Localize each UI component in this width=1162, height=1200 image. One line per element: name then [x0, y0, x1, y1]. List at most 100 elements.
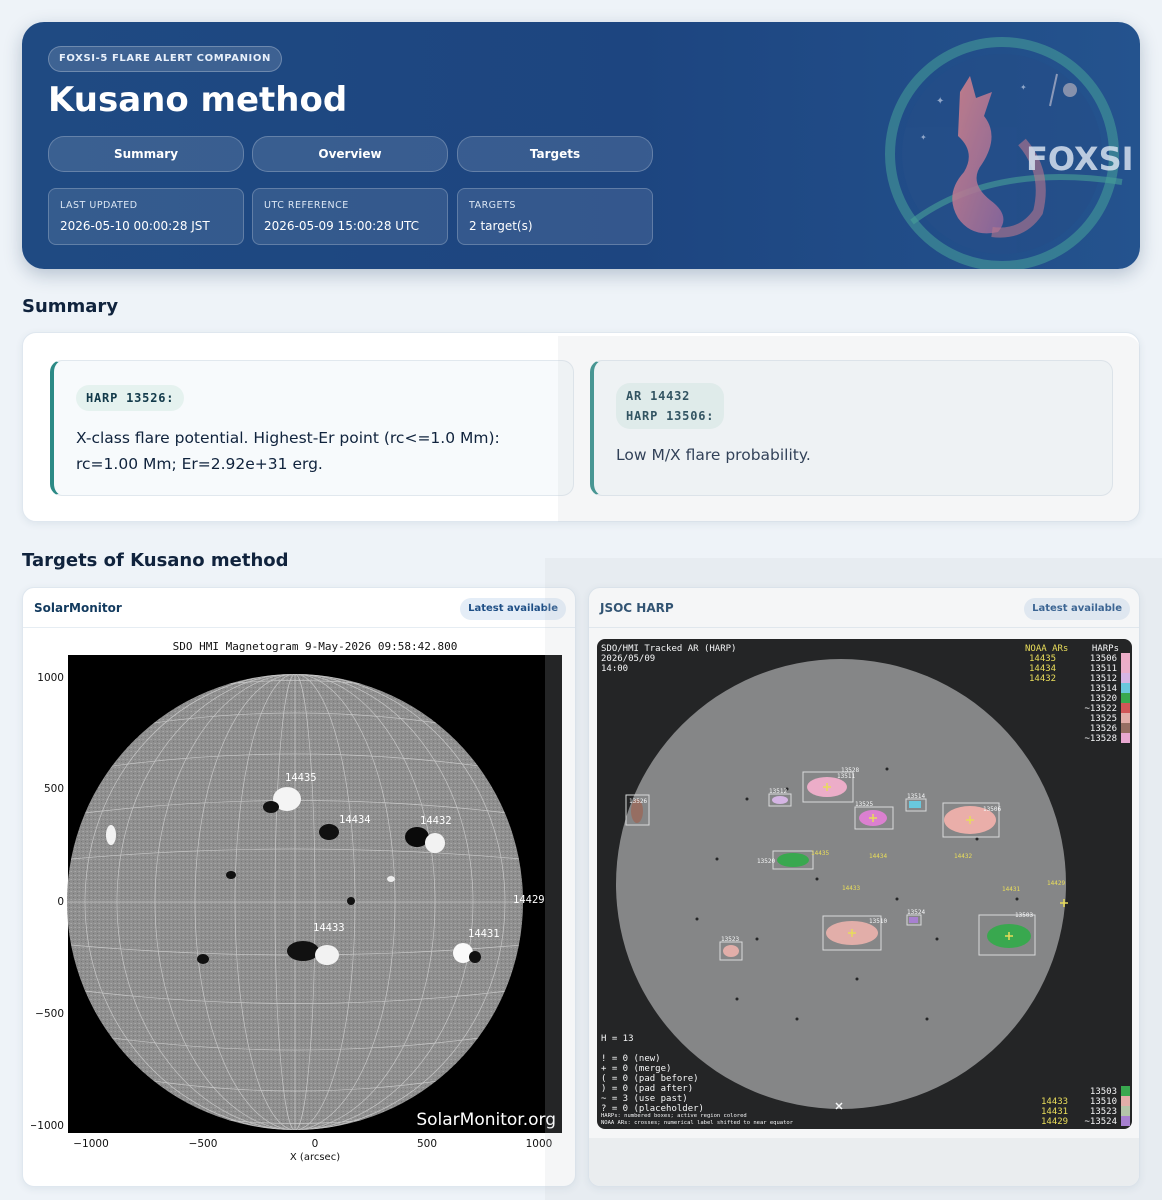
- legend-item: 13525: [1090, 714, 1117, 724]
- ar-label: 14431: [468, 928, 500, 940]
- noaa-label: 14434: [869, 853, 887, 860]
- harp-color-swatch: [1121, 1096, 1130, 1106]
- harps-list-bottom: 13503 13510 13523 ~13524: [1084, 1087, 1117, 1127]
- summary-text: Low M/X flare probability.: [616, 446, 811, 464]
- svg-text:✦: ✦: [936, 96, 944, 107]
- legend-header: NOAA ARs: [1025, 644, 1068, 654]
- region-label: 13520: [757, 858, 775, 865]
- nav-overview-button[interactable]: Overview: [252, 136, 448, 172]
- legend-item: 13512: [1090, 674, 1117, 684]
- harp-color-swatch: [1121, 693, 1130, 703]
- summary-card-ar-14432: AR 14432 HARP 13506: Low M/X flare proba…: [590, 360, 1113, 496]
- region-label: 13524: [907, 909, 925, 916]
- region-label: 13511: [837, 773, 855, 780]
- footnote-line: HARPs: numbered boxes; active region col…: [601, 1113, 747, 1119]
- region-label: 13506: [983, 806, 1001, 813]
- region-label: 13503: [1015, 912, 1033, 919]
- harp-color-swatch: [1121, 733, 1130, 743]
- app-eyebrow-badge: FOXSI-5 FLARE ALERT COMPANION: [48, 46, 282, 72]
- tick-label: −500: [189, 1138, 218, 1150]
- meta-label: LAST UPDATED: [60, 200, 138, 211]
- tick-label: −1000: [73, 1138, 109, 1150]
- noaa-label: 14433: [842, 885, 860, 892]
- summary-card-harp-13526: HARP 13526: X-class flare potential. Hig…: [50, 360, 574, 496]
- legend-item: 13506: [1090, 654, 1117, 664]
- solarmonitor-watermark: SolarMonitor.org: [416, 1110, 556, 1130]
- latest-available-badge: Latest available: [460, 598, 566, 620]
- ar-label: 14434: [339, 814, 371, 826]
- stat-line: ( = 0 (pad before): [601, 1074, 699, 1084]
- legend-item: 13520: [1090, 694, 1117, 704]
- nav-summary-button[interactable]: Summary: [48, 136, 244, 172]
- tick-label: 1000: [526, 1138, 553, 1150]
- target-id-badge: HARP 13526:: [76, 385, 185, 411]
- x-axis-label: X (arcsec): [290, 1152, 340, 1163]
- harp-solar-disk: [616, 659, 1066, 1109]
- meta-targets: TARGETS 2 target(s): [457, 188, 653, 245]
- harp-title-line: 14:00: [601, 664, 628, 674]
- meta-value: 2026-05-09 15:00:28 UTC: [264, 219, 420, 233]
- stat-line: + = 0 (merge): [601, 1064, 671, 1074]
- region-label: 13510: [869, 918, 887, 925]
- card-header: JSOC HARP Latest available: [589, 588, 1139, 628]
- target-card-jsoc-harp: JSOC HARP Latest available 13511 13512 1…: [588, 587, 1140, 1187]
- nav-targets-button[interactable]: Targets: [457, 136, 653, 172]
- legend-item: 13523: [1090, 1107, 1117, 1117]
- card-footer-area: [589, 1138, 1139, 1186]
- harp-color-swatches-bottom: [1121, 1086, 1130, 1126]
- legend-item: 14435: [1029, 654, 1056, 664]
- latest-available-badge: Latest available: [1024, 598, 1130, 620]
- tick-label: −500: [35, 1008, 64, 1020]
- badge-line: HARP 13506:: [626, 409, 715, 423]
- target-id-badge: AR 14432 HARP 13506:: [616, 383, 725, 429]
- harp-tracked-ar-image[interactable]: 13511 13512 13525 13514 13506 13526 1352…: [597, 639, 1132, 1129]
- legend-item: 14433: [1041, 1097, 1068, 1107]
- meta-label: TARGETS: [469, 200, 516, 211]
- meta-value: 2 target(s): [469, 219, 533, 233]
- foxsi-mission-logo: FOXSI ✦ ✦ ✦: [885, 37, 1134, 269]
- harp-title-line: 2026/05/09: [601, 654, 655, 664]
- harp-color-swatch: [1121, 713, 1130, 723]
- harp-color-swatch: [1121, 1116, 1130, 1126]
- stat-line: ) = 0 (pad after): [601, 1084, 693, 1094]
- logo-text: FOXSI: [1026, 140, 1134, 178]
- magnetogram-title: SDO HMI Magnetogram 9-May-2026 09:58:42.…: [173, 640, 458, 653]
- meta-last-updated: LAST UPDATED 2026-05-10 00:00:28 JST: [48, 188, 244, 245]
- card-header: SolarMonitor Latest available: [23, 588, 575, 628]
- page-title: Kusano method: [48, 80, 348, 120]
- harp-color-swatch: [1121, 673, 1130, 683]
- tick-label: 1000: [37, 672, 64, 684]
- footnote-line: NOAA ARs: crosses; numerical label shift…: [601, 1120, 794, 1126]
- summary-text: X-class flare potential. Highest-Er poin…: [76, 429, 500, 473]
- targets-heading: Targets of Kusano method: [22, 550, 289, 571]
- ar-label: 14435: [285, 772, 317, 784]
- harp-color-swatch: [1121, 1106, 1130, 1116]
- region-label: 13525: [855, 801, 873, 808]
- legend-header: HARPs: [1092, 644, 1119, 654]
- tick-label: 0: [312, 1138, 319, 1150]
- meta-value: 2026-05-10 00:00:28 JST: [60, 219, 210, 233]
- ar-label: 14432: [420, 815, 452, 827]
- noaa-ar-list-bottom: 14433 14431 14429: [1041, 1097, 1068, 1127]
- svg-text:✦: ✦: [1020, 83, 1027, 92]
- legend-item: 13510: [1090, 1097, 1117, 1107]
- harp-color-swatch: [1121, 723, 1130, 733]
- noaa-label: 14431: [1002, 886, 1020, 893]
- legend-item: 13514: [1090, 684, 1117, 694]
- harp-title-line: SDO/HMI Tracked AR (HARP): [601, 644, 736, 654]
- harps-list-top: HARPs 13506 13511 13512 13514 13520 ~135…: [1084, 644, 1119, 744]
- legend-item: 13511: [1090, 664, 1117, 674]
- hmi-magnetogram-image[interactable]: SDO HMI Magnetogram 9-May-2026 09:58:42.…: [31, 639, 568, 1164]
- harp-color-swatch: [1121, 653, 1130, 663]
- card-title: SolarMonitor: [34, 601, 122, 615]
- tick-label: 0: [57, 896, 64, 908]
- tick-label: 500: [44, 783, 64, 795]
- badge-line: HARP 13526:: [86, 391, 175, 405]
- harp-color-swatch: [1121, 703, 1130, 713]
- summary-panel: HARP 13526: X-class flare potential. Hig…: [22, 332, 1140, 522]
- region-label: 13526: [629, 798, 647, 805]
- meta-label: UTC REFERENCE: [264, 200, 349, 211]
- legend-item: 14432: [1029, 674, 1056, 684]
- card-title: JSOC HARP: [600, 601, 674, 615]
- badge-line: AR 14432: [626, 389, 691, 403]
